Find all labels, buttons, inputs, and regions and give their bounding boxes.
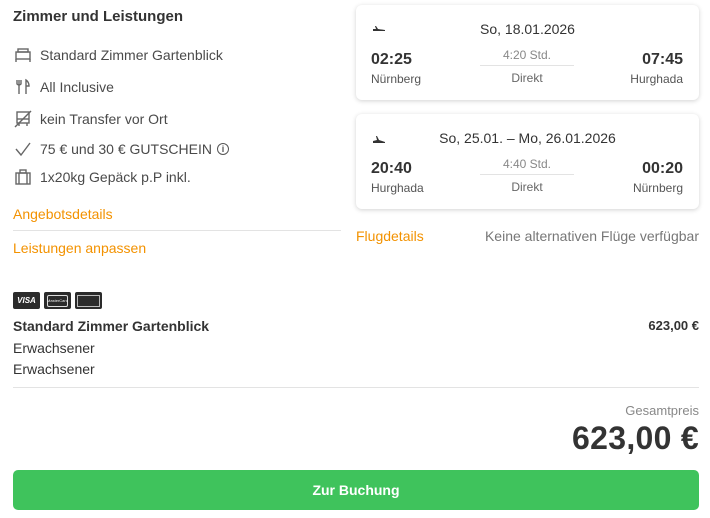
feature-room: Standard Zimmer Gartenblick <box>13 44 223 66</box>
flight-date: So, 25.01. – Mo, 26.01.2026 <box>439 130 616 146</box>
summary-divider <box>13 387 699 388</box>
cutlery-icon <box>13 77 33 97</box>
flight-type: Direkt <box>511 180 543 194</box>
return-flight-card: So, 25.01. – Mo, 26.01.2026 20:40 Hurgha… <box>356 114 699 209</box>
visa-logo: VISA <box>13 292 40 309</box>
luggage-icon <box>13 167 33 187</box>
flight-details-link[interactable]: Flugdetails <box>356 228 424 244</box>
no-alternatives-text: Keine alternativen Flüge verfügbar <box>484 228 699 244</box>
divider <box>13 230 341 231</box>
feature-voucher-label: 75 € und 30 € GUTSCHEIN <box>40 141 212 157</box>
amex-logo <box>75 292 102 309</box>
summary-room-name: Standard Zimmer Gartenblick <box>13 318 210 334</box>
flight-duration: 4:40 Std. <box>502 157 552 171</box>
feature-board: All Inclusive <box>13 76 114 98</box>
traveller-item: Erwachsener <box>13 361 95 377</box>
mastercard-logo-label: MasterCard <box>47 298 68 303</box>
customize-services-link[interactable]: Leistungen anpassen <box>13 240 146 256</box>
departure-city: Hurghada <box>371 181 424 195</box>
feature-voucher: 75 € und 30 € GUTSCHEIN i <box>13 138 229 160</box>
arrival-city: Nürnberg <box>632 181 683 195</box>
checkmark-icon <box>13 139 33 159</box>
section-title: Zimmer und Leistungen <box>13 8 184 25</box>
duration-divider <box>480 174 574 175</box>
total-price: 623,00 € <box>572 420 699 456</box>
duration-divider <box>480 65 574 66</box>
feature-transfer-label: kein Transfer vor Ort <box>40 111 168 127</box>
feature-board-label: All Inclusive <box>40 79 114 95</box>
traveller-item: Erwachsener <box>13 340 95 356</box>
summary-room-price: 623,00 € <box>648 318 699 333</box>
feature-luggage-label: 1x20kg Gepäck p.P inkl. <box>40 169 191 185</box>
flight-duration: 4:20 Std. <box>502 48 552 62</box>
departure-city: Nürnberg <box>371 72 422 86</box>
departure-time: 20:40 <box>371 160 412 177</box>
no-transfer-icon <box>13 109 33 129</box>
arrival-time: 00:20 <box>642 160 683 177</box>
bed-icon <box>13 45 33 65</box>
arrival-city: Hurghada <box>630 72 683 86</box>
feature-luggage: 1x20kg Gepäck p.P inkl. <box>13 166 191 188</box>
info-icon[interactable]: i <box>216 143 229 155</box>
total-price-label: Gesamtpreis <box>625 403 699 418</box>
offer-details-link[interactable]: Angebotsdetails <box>13 206 113 222</box>
visa-logo-label: VISA <box>17 296 36 305</box>
departure-time: 02:25 <box>371 51 412 68</box>
feature-transfer: kein Transfer vor Ort <box>13 108 168 130</box>
arrival-time: 07:45 <box>642 51 683 68</box>
book-button[interactable]: Zur Buchung <box>13 470 699 510</box>
mastercard-logo: MasterCard <box>44 292 71 309</box>
flight-date: So, 18.01.2026 <box>480 21 575 37</box>
flight-type: Direkt <box>511 71 543 85</box>
outbound-flight-card: So, 18.01.2026 02:25 Nürnberg 4:20 Std. … <box>356 5 699 100</box>
feature-room-label: Standard Zimmer Gartenblick <box>40 47 223 63</box>
